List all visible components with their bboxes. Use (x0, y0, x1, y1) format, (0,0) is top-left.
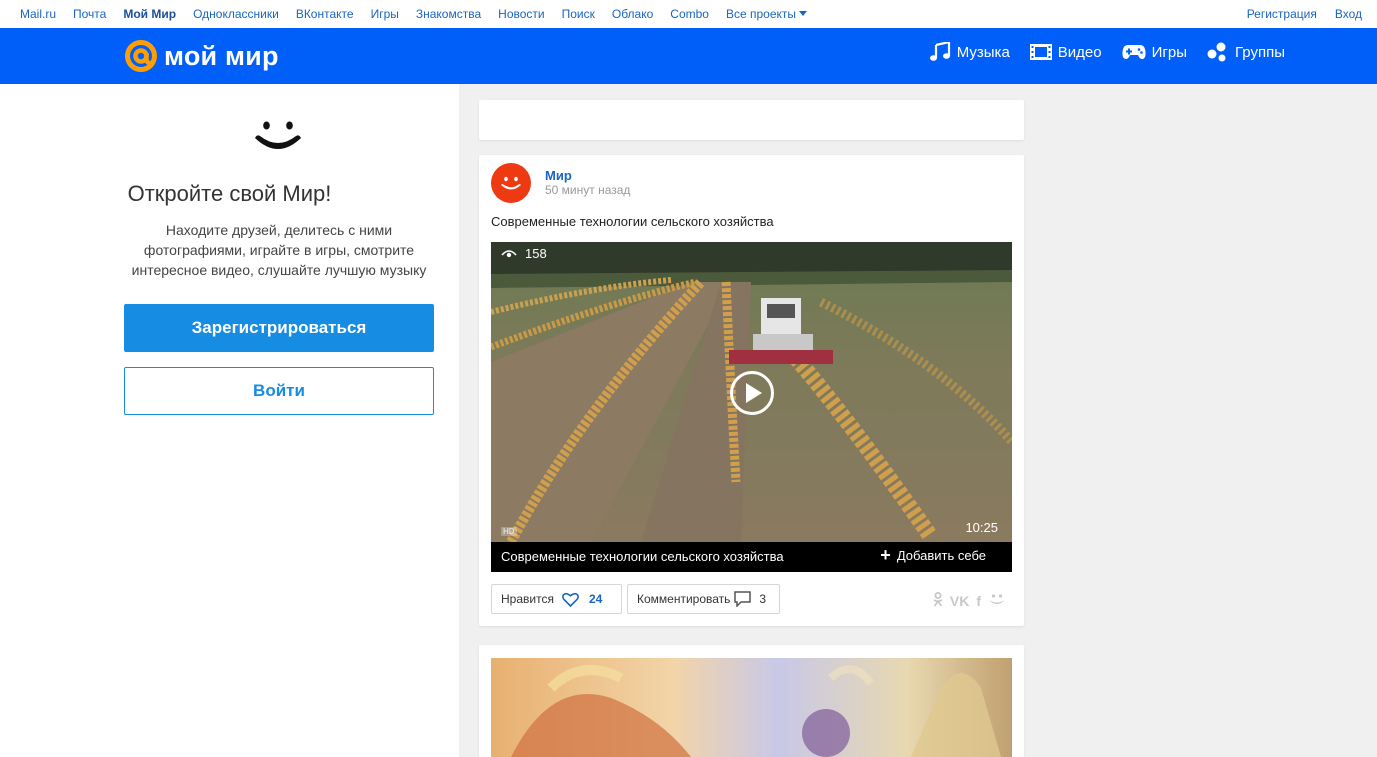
feed-post-next (479, 645, 1024, 757)
add-to-mine-label: Добавить себе (896, 548, 986, 563)
nav-groups-label: Группы (1235, 43, 1285, 61)
vk-icon[interactable]: VK (950, 593, 969, 609)
groups-icon (1207, 42, 1226, 62)
nav-games[interactable]: Игры (1122, 44, 1187, 61)
hd-badge: HD (501, 527, 517, 536)
header-navigation: Музыка Видео Игры Группы (909, 42, 1285, 62)
projects-links: Mail.ru Почта Мой Мир Одноклассники ВКон… (20, 7, 824, 21)
moimir-smile-icon (501, 176, 521, 190)
post-author[interactable]: Мир (545, 168, 572, 183)
nav-video-label: Видео (1057, 43, 1102, 61)
link-igry[interactable]: Игры (371, 7, 399, 21)
video-player[interactable]: 158 HD 10:25 Современные технологии сель… (491, 242, 1012, 572)
like-count: 24 (588, 592, 603, 606)
login-link[interactable]: Вход (1335, 7, 1362, 21)
nav-video[interactable]: Видео (1029, 43, 1102, 61)
add-to-mine-button[interactable]: + Добавить себе (880, 545, 986, 565)
link-odnoklassniki[interactable]: Одноклассники (193, 7, 279, 21)
ok-icon[interactable] (933, 592, 943, 610)
site-header: мой мир Музыка Видео Игры Группы (0, 28, 1377, 84)
comment-label: Комментировать (637, 592, 731, 606)
post-text: Современные технологии сельского хозяйст… (491, 214, 774, 229)
link-mailru[interactable]: Mail.ru (20, 7, 56, 21)
link-oblako[interactable]: Облако (612, 7, 653, 21)
nav-groups[interactable]: Группы (1207, 42, 1285, 62)
nav-music-label: Музыка (956, 43, 1010, 61)
music-note-icon (929, 42, 950, 61)
promo-description: Находите друзей, делитесь с ними фотогра… (131, 222, 427, 278)
like-label: Нравится (501, 592, 554, 606)
link-combo[interactable]: Combo (670, 7, 709, 21)
link-poisk[interactable]: Поиск (562, 7, 595, 21)
auth-links: Регистрация Вход (1229, 7, 1362, 21)
moi-mir-logo[interactable]: мой мир (124, 39, 279, 73)
next-post-image[interactable] (491, 658, 1012, 757)
gamepad-icon (1122, 45, 1146, 59)
link-moi-mir[interactable]: Мой Мир (123, 7, 176, 21)
at-sign-logo-icon (125, 40, 157, 72)
plus-icon: + (880, 545, 891, 565)
feed-empty-card (479, 100, 1024, 140)
film-icon (1029, 44, 1052, 60)
comment-count: 3 (759, 592, 767, 606)
link-novosti[interactable]: Новости (498, 7, 544, 21)
smile-icon (255, 121, 301, 149)
like-button[interactable]: Нравится 24 (491, 584, 622, 614)
video-duration: 10:25 (965, 520, 998, 535)
top-navigation-bar: Mail.ru Почта Мой Мир Одноклассники ВКон… (0, 0, 1377, 28)
link-znakomstva[interactable]: Знакомства (416, 7, 481, 21)
link-vkontakte[interactable]: ВКонтакте (296, 7, 354, 21)
nav-music[interactable]: Музыка (929, 42, 1010, 62)
views-count: 158 (525, 246, 547, 261)
moimir-share-icon[interactable] (988, 593, 1006, 609)
facebook-icon[interactable]: f (976, 593, 981, 609)
all-projects-dropdown[interactable]: Все проекты (725, 7, 808, 21)
register-button[interactable]: Зарегистрироваться (124, 304, 434, 352)
author-avatar[interactable] (491, 163, 531, 203)
video-caption-bar: Современные технологии сельского хозяйст… (491, 542, 1012, 572)
login-button[interactable]: Войти (124, 367, 434, 415)
comment-bubble-icon (734, 591, 752, 607)
register-link[interactable]: Регистрация (1247, 7, 1317, 21)
logo-text: мой мир (164, 40, 279, 71)
views-counter: 158 (501, 246, 547, 261)
share-buttons: VK f (926, 592, 1006, 610)
promo-title: Откройте свой Мир! (127, 181, 332, 206)
post-time: 50 минут назад (545, 183, 631, 197)
all-projects-label: Все проекты (725, 7, 797, 21)
feed-post: Мир 50 минут назад Современные технологи… (479, 155, 1024, 626)
eye-icon (501, 249, 517, 257)
comment-button[interactable]: Комментировать 3 (627, 584, 780, 614)
caret-down-icon (799, 11, 808, 16)
video-title[interactable]: Современные технологии сельского хозяйст… (501, 549, 784, 564)
heart-icon (562, 592, 579, 607)
nav-games-label: Игры (1151, 43, 1188, 61)
play-icon[interactable] (729, 370, 775, 416)
link-pochta[interactable]: Почта (73, 7, 106, 21)
